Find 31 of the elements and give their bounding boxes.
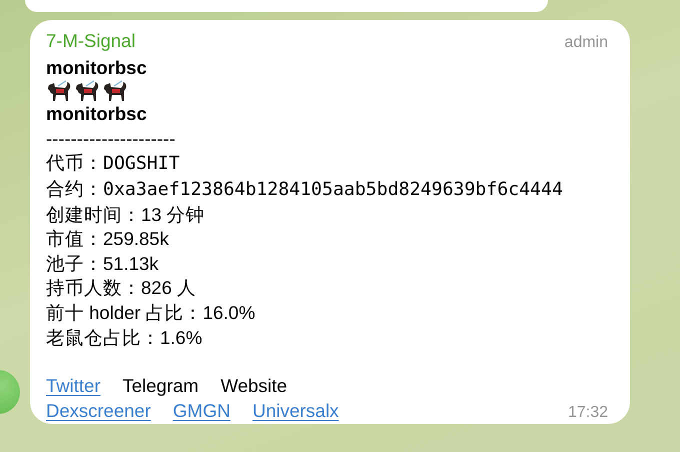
- sender-role: admin: [564, 33, 608, 53]
- sender-name[interactable]: 7-M-Signal: [46, 29, 136, 54]
- field-value: 0xa3aef123864b1284105aab5bd8249639bf6c4444: [103, 178, 563, 202]
- link[interactable]: Twitter: [46, 374, 100, 399]
- field-label: 池子：: [46, 252, 103, 276]
- field-value: 1.6%: [160, 326, 202, 350]
- plain-text: Telegram: [122, 374, 199, 398]
- field-label: 合约：: [46, 176, 103, 201]
- link[interactable]: Dexscreener: [46, 398, 151, 424]
- field-label: 代币：: [46, 151, 103, 176]
- dog-icon: [74, 80, 100, 102]
- field-label: 创建时间：: [46, 202, 141, 227]
- field-value: 13 分钟: [141, 202, 205, 227]
- link[interactable]: Universalx: [252, 398, 339, 424]
- field-value: DOGSHIT: [103, 152, 180, 176]
- link[interactable]: GMGN: [172, 398, 230, 424]
- field-value: 51.13k: [103, 252, 159, 276]
- divider-text: ---------------------: [46, 126, 176, 151]
- message-headline: monitorbsc: [46, 56, 147, 80]
- field-value: 826 人: [141, 276, 196, 300]
- field-label: 持币人数：: [46, 276, 141, 300]
- message-time: 17:32: [568, 402, 608, 423]
- field-label: 老鼠仓占比：: [46, 326, 160, 350]
- field-value: 259.85k: [103, 227, 169, 252]
- field-label: 市值：: [46, 227, 103, 252]
- dog-icon: [46, 80, 72, 102]
- field-label: 前十 holder 占比：: [46, 300, 203, 325]
- message-subtitle: monitorbsc: [46, 102, 147, 126]
- field-value: 16.0%: [202, 300, 256, 325]
- plain-text: Website: [220, 374, 288, 398]
- dog-icon: [102, 80, 128, 102]
